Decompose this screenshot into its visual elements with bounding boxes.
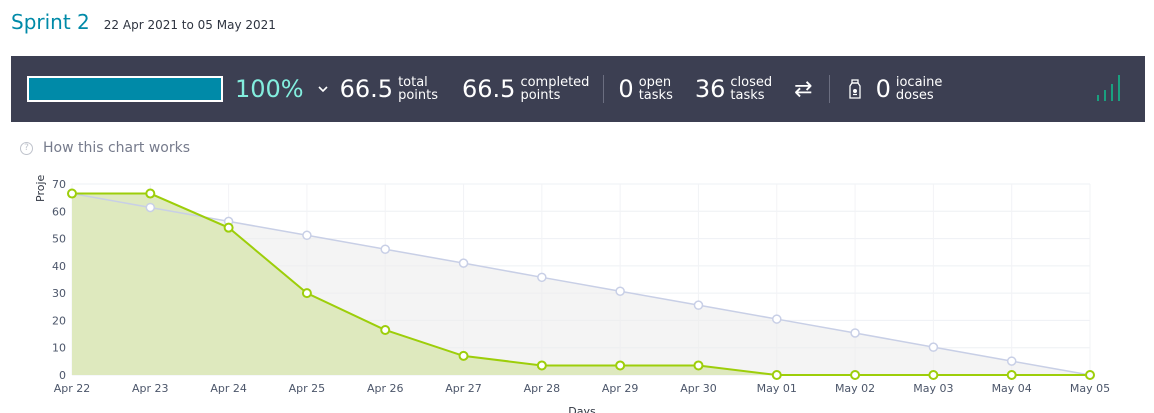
open-tasks-label-2: tasks xyxy=(638,88,673,103)
chevron-down-icon[interactable] xyxy=(316,85,330,93)
x-tick-label: May 04 xyxy=(992,382,1032,395)
x-tick-label: Apr 22 xyxy=(54,382,91,395)
y-tick-label: 40 xyxy=(52,260,66,273)
closed-tasks-value: 36 xyxy=(694,75,726,103)
x-tick-label: May 03 xyxy=(913,382,953,395)
completed-points-value: 66.5 xyxy=(462,75,516,103)
y-tick-label: 10 xyxy=(52,342,66,355)
y-axis-title: Proje xyxy=(34,174,47,202)
iocaine-label-2: doses xyxy=(895,88,934,103)
total-points-label-2: points xyxy=(398,88,438,103)
real-point[interactable] xyxy=(380,324,391,335)
sprint-header: Sprint 2 22 Apr 2021 to 05 May 2021 xyxy=(11,10,276,44)
real-point[interactable] xyxy=(458,350,469,361)
iocaine-value: 0 xyxy=(875,75,891,103)
real-point[interactable] xyxy=(850,370,861,380)
optimal-point[interactable] xyxy=(302,230,312,241)
x-tick-label: Apr 29 xyxy=(602,382,639,395)
open-tasks-value: 0 xyxy=(618,75,634,103)
real-point[interactable] xyxy=(771,370,782,380)
x-tick-label: Apr 30 xyxy=(680,382,717,395)
completed-points-label-2: points xyxy=(520,88,561,103)
real-point[interactable] xyxy=(67,188,77,199)
divider xyxy=(603,75,605,103)
real-point[interactable] xyxy=(145,188,156,199)
optimal-point[interactable] xyxy=(537,272,547,283)
x-tick-label: Apr 24 xyxy=(210,382,247,395)
real-point[interactable] xyxy=(536,360,547,371)
x-tick-label: Apr 28 xyxy=(524,382,561,395)
optimal-point[interactable] xyxy=(380,244,390,254)
potion-bottle-icon xyxy=(848,79,862,99)
real-point[interactable] xyxy=(1006,370,1017,380)
optimal-point[interactable] xyxy=(693,300,704,310)
optimal-point[interactable] xyxy=(928,342,939,352)
optimal-point[interactable] xyxy=(772,314,782,324)
sprint-dates: 22 Apr 2021 to 05 May 2021 xyxy=(103,18,276,32)
sprint-stats-bar: 100% 66.5 total points 66.5 completed poin… xyxy=(11,56,1145,122)
optimal-point[interactable] xyxy=(615,286,625,296)
x-tick-label: Apr 23 xyxy=(132,382,169,395)
real-point[interactable] xyxy=(1085,370,1095,380)
divider xyxy=(828,75,830,103)
real-point[interactable] xyxy=(301,288,312,299)
real-point[interactable] xyxy=(693,360,704,371)
x-tick-label: Apr 27 xyxy=(445,382,482,395)
total-points-value: 66.5 xyxy=(339,75,394,103)
x-tick-label: May 01 xyxy=(757,382,797,395)
real-point[interactable] xyxy=(928,370,939,380)
progress-percent: 100% xyxy=(235,75,304,103)
optimal-point[interactable] xyxy=(145,202,156,213)
x-tick-label: Apr 26 xyxy=(367,382,404,395)
real-point[interactable] xyxy=(615,360,626,371)
real-point[interactable] xyxy=(223,222,234,233)
iocaine-stat: 0 iocaine doses xyxy=(876,75,943,103)
y-tick-label: 60 xyxy=(52,205,66,218)
swap-arrows-icon[interactable]: ⇄ xyxy=(794,77,812,102)
open-tasks-stat: 0 open tasks xyxy=(618,75,672,103)
x-tick-label: Apr 25 xyxy=(289,382,326,395)
y-tick-label: 20 xyxy=(52,314,66,327)
y-tick-label: 50 xyxy=(52,233,66,246)
sprint-title[interactable]: Sprint 2 xyxy=(11,10,90,34)
total-points-stat: 66.5 total points xyxy=(340,75,438,103)
x-axis-title: Days xyxy=(568,405,596,413)
closed-tasks-label-2: tasks xyxy=(730,88,765,103)
completed-points-stat: 66.5 completed points xyxy=(462,75,589,103)
progress-bar-fill xyxy=(29,78,221,100)
optimal-point[interactable] xyxy=(458,258,469,268)
closed-tasks-stat: 36 closed tasks xyxy=(695,75,772,103)
y-tick-label: 70 xyxy=(52,178,66,191)
x-tick-label: May 05 xyxy=(1070,382,1110,395)
question-mark-icon: ? xyxy=(20,141,33,155)
burndown-chart: 0 10 20 30 40 50 60 70 Apr 22 Apr 23 Apr 24 Apr 25… xyxy=(34,174,1110,413)
optimal-point[interactable] xyxy=(850,328,860,338)
optimal-point[interactable] xyxy=(1006,356,1017,366)
y-tick-label: 0 xyxy=(59,369,66,382)
x-tick-label: May 02 xyxy=(835,382,875,395)
how-chart-works-link[interactable]: ? How this chart works xyxy=(20,140,190,156)
how-chart-works-label: How this chart works xyxy=(43,140,191,156)
y-tick-label: 30 xyxy=(52,287,66,300)
progress-bar xyxy=(27,76,223,102)
signal-bars-icon[interactable] xyxy=(1095,74,1125,106)
